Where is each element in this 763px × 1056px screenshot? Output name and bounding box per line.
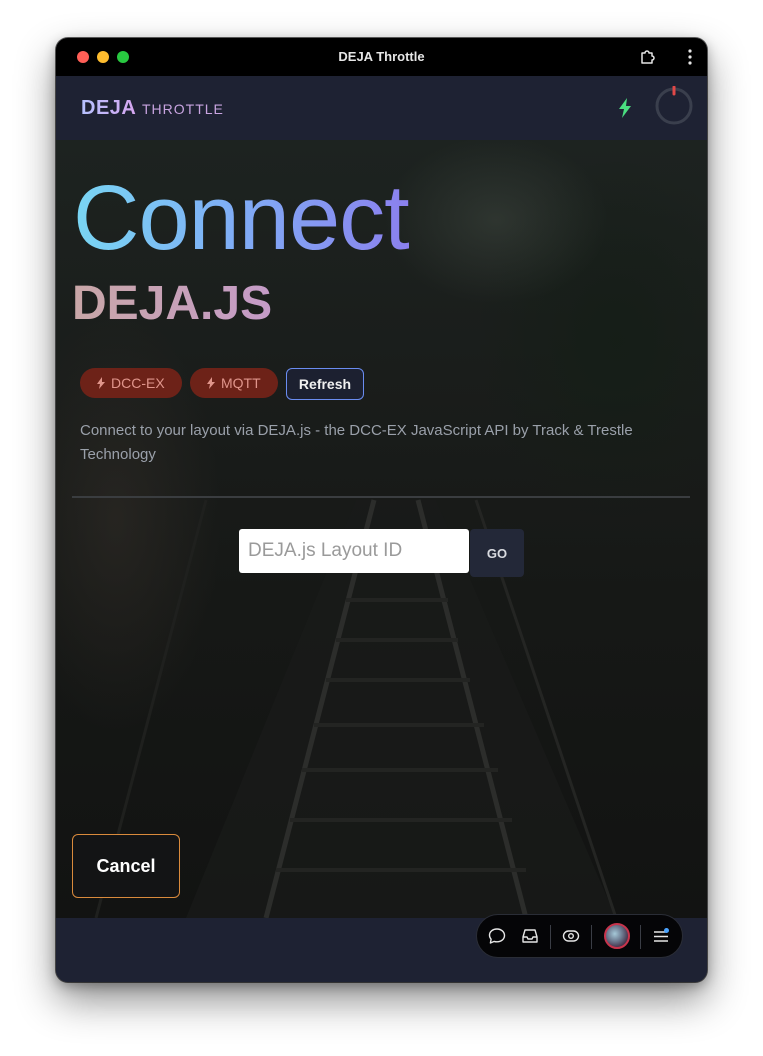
bolt-icon	[207, 377, 215, 389]
dock-separator	[640, 925, 641, 949]
brand-logo[interactable]: DEJA	[81, 97, 136, 120]
bolt-icon	[97, 377, 105, 389]
title-bar: DEJA Throttle	[56, 38, 707, 76]
brand-subtitle: THROTTLE	[142, 101, 224, 117]
power-icon[interactable]	[654, 86, 694, 126]
dock-separator	[591, 925, 592, 949]
connect-panel: Connect DEJA.JS DCC-EX MQTT Refresh Conn…	[56, 140, 707, 918]
page-title: Connect	[73, 167, 410, 269]
chip-label: MQTT	[221, 375, 261, 391]
connect-description: Connect to your layout via DEJA.js - the…	[80, 422, 633, 463]
refresh-button[interactable]: Refresh	[286, 368, 364, 400]
window-title: DEJA Throttle	[338, 49, 425, 64]
chat-icon[interactable]	[487, 926, 507, 946]
mqtt-status-chip[interactable]: MQTT	[190, 368, 278, 398]
extension-icon[interactable]	[639, 48, 657, 66]
eye-icon[interactable]	[561, 926, 581, 946]
chip-label: DCC-EX	[111, 375, 165, 391]
page-subtitle: DEJA.JS	[72, 277, 273, 330]
avatar[interactable]	[604, 923, 630, 949]
app-header: DEJA THROTTLE	[56, 76, 707, 140]
connection-status-bolt-icon[interactable]	[617, 98, 633, 118]
divider	[72, 496, 690, 498]
dock-separator	[550, 925, 551, 949]
more-options-icon[interactable]	[687, 48, 693, 66]
inbox-icon[interactable]	[520, 926, 540, 946]
app-window: DEJA Throttle DEJA THROTTLE Connect DEJA…	[56, 38, 707, 982]
notification-dot	[664, 928, 669, 933]
dcc-ex-status-chip[interactable]: DCC-EX	[80, 368, 182, 398]
cancel-button[interactable]: Cancel	[72, 834, 180, 898]
bottom-dock	[476, 914, 683, 958]
go-button[interactable]: GO	[470, 529, 524, 577]
layout-id-input[interactable]	[239, 529, 469, 573]
